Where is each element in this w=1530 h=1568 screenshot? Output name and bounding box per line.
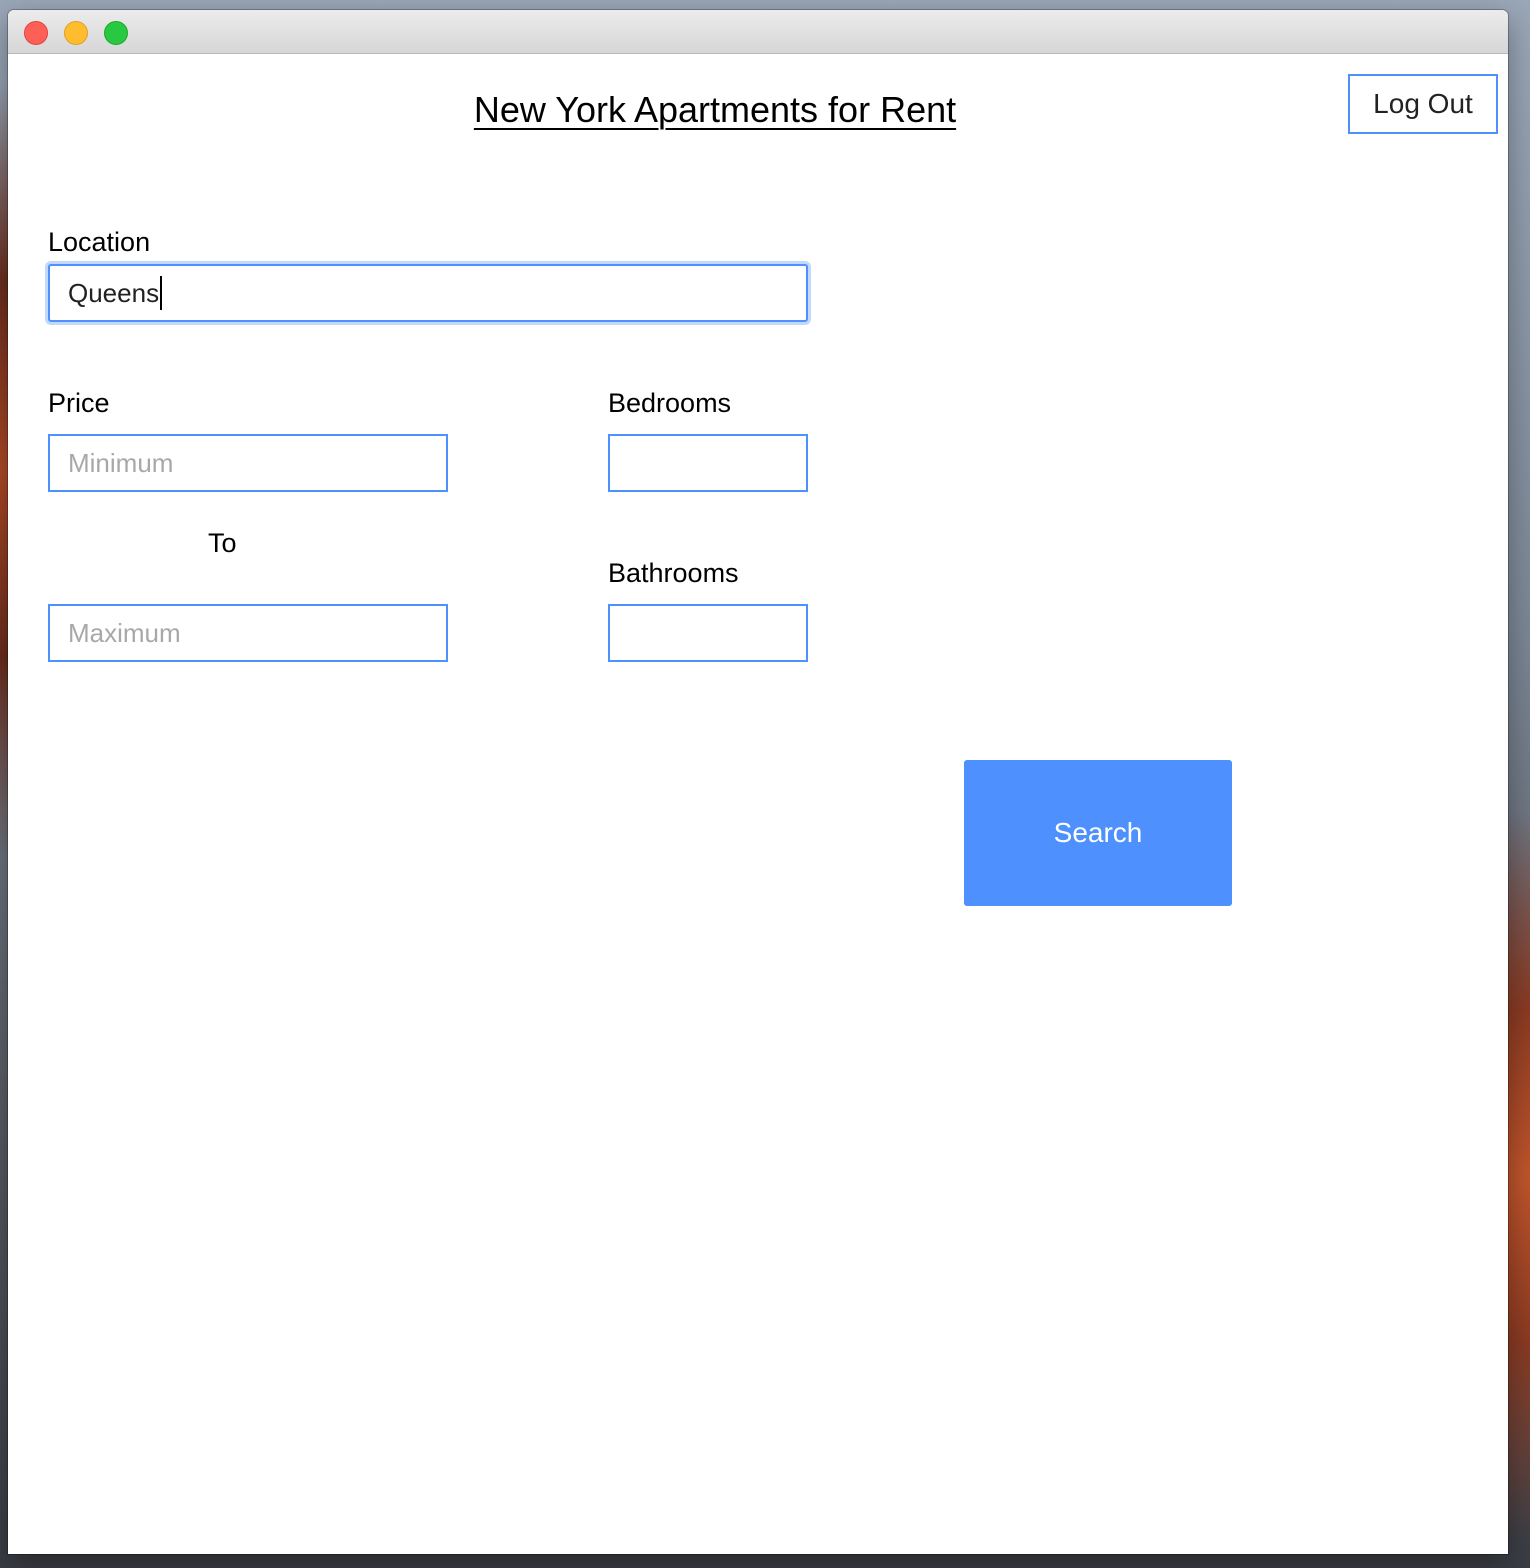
- title-bar[interactable]: [8, 10, 1508, 54]
- location-input-value: Queens: [68, 277, 160, 308]
- app-window: New York Apartments for Rent Log Out Loc…: [8, 10, 1508, 1554]
- price-maximum-input[interactable]: Maximum: [48, 604, 448, 662]
- bedrooms-label: Bedrooms: [608, 388, 732, 418]
- close-window-button[interactable]: [24, 21, 48, 45]
- location-label: Location: [48, 227, 151, 257]
- price-to-label: To: [208, 528, 237, 558]
- maximize-window-button[interactable]: [104, 21, 128, 45]
- minimize-window-button[interactable]: [64, 21, 88, 45]
- price-minimum-input[interactable]: Minimum: [48, 434, 448, 492]
- location-input[interactable]: Queens: [48, 264, 808, 322]
- bathrooms-label: Bathrooms: [608, 558, 739, 588]
- bedrooms-input[interactable]: [608, 434, 808, 492]
- log-out-button[interactable]: Log Out: [1348, 74, 1498, 134]
- page-title-text: New York Apartments for Rent: [473, 89, 957, 130]
- search-button[interactable]: Search: [964, 760, 1232, 906]
- price-maximum-placeholder: Maximum: [68, 617, 181, 648]
- text-caret: [160, 276, 163, 310]
- page-title: New York Apartments for Rent: [8, 88, 1422, 132]
- price-minimum-placeholder: Minimum: [68, 447, 174, 478]
- price-label: Price: [48, 388, 110, 418]
- bathrooms-input[interactable]: [608, 604, 808, 662]
- main-content: New York Apartments for Rent Log Out Loc…: [8, 54, 1508, 1554]
